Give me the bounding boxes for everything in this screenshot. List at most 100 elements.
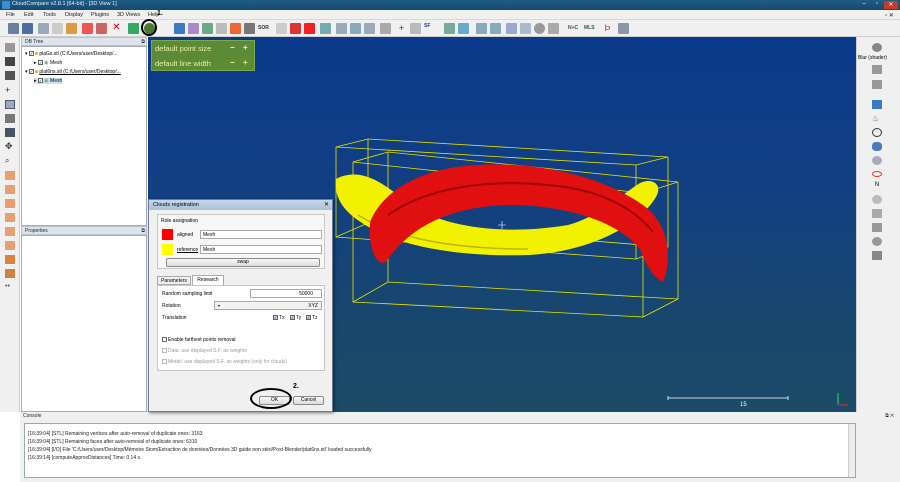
view-left-icon[interactable] (5, 199, 15, 208)
resample-icon[interactable] (202, 23, 213, 34)
pencil-icon[interactable] (5, 43, 15, 52)
farthest-points-checkbox[interactable]: Enable farthest points removal (162, 337, 236, 343)
kd-icon[interactable] (476, 23, 487, 34)
merge-icon[interactable] (52, 23, 63, 34)
rotate-icon[interactable]: ✥ (5, 142, 15, 151)
close-button[interactable]: ✕ (884, 1, 898, 9)
ssao-shader-icon[interactable] (872, 80, 882, 89)
menu-plugins[interactable]: Plugins (91, 12, 109, 18)
iso-view2-icon[interactable] (5, 269, 15, 278)
more-icon[interactable]: •• (5, 283, 15, 292)
tree-item-mesh-1[interactable]: ▸ ✓ ▣ Mesh (34, 60, 62, 66)
random-sampling-spinbox[interactable]: 50000 (250, 289, 322, 298)
ellipse-icon[interactable] (872, 171, 882, 177)
translate-icon[interactable] (96, 23, 107, 34)
add-icon[interactable]: + (396, 23, 407, 34)
sf-button[interactable]: SF (424, 23, 430, 29)
point-size-plus-button[interactable]: + (243, 43, 248, 52)
tree-item-plaGs[interactable]: ▾ ✓ ■ plaGs.stl (C:/Users/user/Desktop/..… (25, 51, 118, 57)
octree-icon[interactable] (188, 23, 199, 34)
line-width-minus-button[interactable]: − (230, 58, 235, 67)
distances-icon[interactable] (350, 23, 361, 34)
lock-rotation-icon[interactable] (872, 128, 882, 137)
menu-3d-views[interactable]: 3D Views (117, 12, 140, 18)
cork-icon[interactable] (618, 23, 629, 34)
cross-section-icon[interactable] (304, 23, 315, 34)
sf-gradient-icon[interactable] (444, 23, 455, 34)
sf-filter-icon[interactable] (410, 23, 421, 34)
display-icon[interactable] (872, 100, 882, 109)
center-pivot-icon[interactable] (5, 100, 15, 109)
slope-icon[interactable] (276, 23, 287, 34)
iso-view-icon[interactable] (5, 255, 15, 264)
color-icon[interactable] (230, 23, 241, 34)
maximize-button[interactable]: ▫ (871, 1, 883, 9)
view-front-icon[interactable] (5, 185, 15, 194)
mls-button[interactable]: MLS (584, 23, 595, 34)
swap-button[interactable]: swap (166, 258, 320, 267)
reference-field[interactable]: Mesh (200, 245, 322, 254)
grid-icon[interactable] (872, 209, 882, 218)
plugin-icon[interactable] (872, 251, 882, 260)
edl-icon[interactable] (872, 65, 882, 74)
segment-icon[interactable] (82, 23, 93, 34)
zoom-shader-icon[interactable] (872, 195, 882, 204)
menu-display[interactable]: Display (65, 12, 83, 18)
mesh-icon[interactable] (506, 23, 517, 34)
sor-filter-button[interactable]: SOR (258, 23, 269, 34)
line-width-plus-button[interactable]: + (243, 58, 248, 67)
clone-icon[interactable] (38, 23, 49, 34)
tx-checkbox[interactable]: ✓ Tx (273, 315, 285, 321)
ty-checkbox[interactable]: ✓ Ty (290, 315, 301, 321)
north-icon[interactable]: N (872, 182, 882, 191)
camera-icon[interactable] (5, 57, 15, 66)
view-top-icon[interactable] (5, 171, 15, 180)
menu-edit[interactable]: Edit (24, 12, 33, 18)
pm-icon[interactable] (490, 23, 501, 34)
subsample-icon[interactable] (216, 23, 227, 34)
shield-icon[interactable] (872, 142, 882, 151)
open-icon[interactable] (8, 23, 19, 34)
mdi-restore-icon[interactable]: ▫ ✕ (885, 12, 894, 19)
nc-button[interactable]: N+C (568, 23, 578, 34)
light-icon[interactable]: ♨ (872, 114, 882, 123)
model-sf-weights-checkbox[interactable]: Model: use displayed S.F. as weights (on… (162, 359, 287, 365)
raster-icon[interactable] (520, 23, 531, 34)
data-sf-weights-checkbox[interactable]: Data: use displayed S.F. as weights (162, 348, 247, 354)
console-scrollbar[interactable] (848, 424, 855, 477)
dialog-close-icon[interactable]: ✕ (324, 201, 329, 208)
save-icon[interactable] (22, 23, 33, 34)
view-back-icon[interactable] (5, 213, 15, 222)
tab-parameters[interactable]: Parameters (157, 276, 191, 285)
tree-item-mesh-2[interactable]: ▸ ✓ ▣ Mesh (34, 78, 63, 84)
perspective-icon[interactable] (5, 114, 15, 123)
clip-icon[interactable] (290, 23, 301, 34)
view-bottom-icon[interactable] (5, 241, 15, 250)
point-pick-icon[interactable] (128, 23, 139, 34)
view-right-icon[interactable] (5, 227, 15, 236)
menu-file[interactable]: File (6, 12, 15, 18)
viewport-icon[interactable] (5, 71, 15, 80)
object-centered-icon[interactable] (5, 128, 15, 137)
fuse-icon[interactable] (66, 23, 77, 34)
aligned-field[interactable]: Mesh (200, 230, 322, 239)
sf-arith-icon[interactable] (458, 23, 469, 34)
chart-icon[interactable] (336, 23, 347, 34)
shader-icon[interactable] (872, 43, 882, 52)
minimize-button[interactable]: – (858, 1, 870, 9)
pivot-icon[interactable]: + (5, 86, 15, 95)
delete-icon[interactable]: ✕ (111, 23, 122, 34)
globe-icon[interactable] (872, 156, 882, 165)
histogram-icon[interactable] (380, 23, 391, 34)
point-size-minus-button[interactable]: − (230, 43, 235, 52)
tz-checkbox[interactable]: ✓ Tz (306, 315, 318, 321)
ssao-icon[interactable]: Ϸ (602, 23, 613, 34)
cancel-button[interactable]: Cancel (293, 396, 324, 405)
noise-icon[interactable] (244, 23, 255, 34)
tree-item-plat6ns[interactable]: ▾ ✓ ■ plat6ns.stl (C:/Users/user/Desktop/… (25, 69, 121, 75)
zoom-icon[interactable]: ⌕ (5, 156, 15, 165)
measure-icon[interactable] (320, 23, 331, 34)
menu-tools[interactable]: Tools (43, 12, 56, 18)
normals-icon[interactable] (174, 23, 185, 34)
sphere-view-icon[interactable] (872, 237, 882, 246)
